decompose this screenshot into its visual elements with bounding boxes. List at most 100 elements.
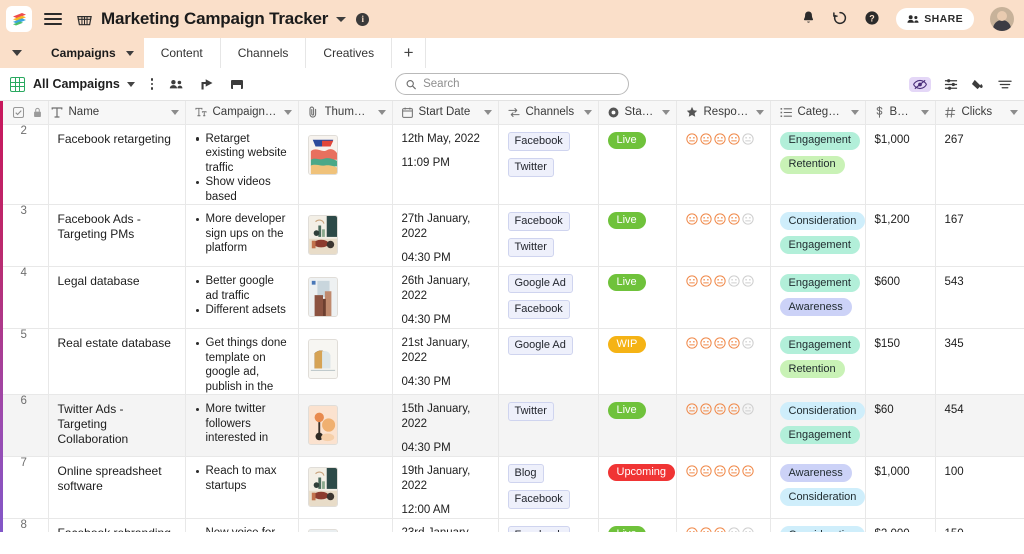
response-rating[interactable] [677, 519, 770, 532]
smiley-filled-icon[interactable] [741, 465, 754, 477]
category-chip[interactable]: Consideration [779, 402, 864, 420]
cell-channels[interactable]: Twitter [498, 394, 599, 457]
smiley-filled-icon[interactable] [727, 403, 740, 415]
cell-name[interactable]: Real estate database [48, 328, 186, 395]
smiley-filled-icon[interactable] [699, 527, 712, 532]
filter-icon[interactable] [944, 78, 958, 91]
app-logo-icon[interactable] [6, 6, 32, 32]
channel-chip[interactable]: Facebook [507, 300, 570, 319]
base-chevron-down-icon[interactable] [336, 16, 347, 22]
cell-name[interactable]: Legal database [48, 266, 186, 329]
channel-chip[interactable]: Blog [507, 464, 544, 483]
cell-clicks[interactable]: 454 [935, 394, 1024, 457]
cell-status[interactable]: Live [598, 124, 677, 205]
hamburger-icon[interactable] [44, 13, 62, 25]
cell-status[interactable]: Live [598, 204, 677, 267]
cell-budget[interactable]: $1,000 [865, 456, 936, 519]
table-row[interactable]: 8 Facebook rebranding for teams New voice … [0, 518, 1024, 532]
bell-icon[interactable] [801, 10, 816, 29]
smiley-filled-icon[interactable] [727, 337, 740, 349]
smiley-filled-icon[interactable] [685, 275, 698, 287]
cell-start-date[interactable]: 12th May, 2022 11:09 PM [392, 124, 499, 205]
column-response-chevron-down-icon[interactable] [755, 109, 764, 115]
channel-chip[interactable]: Facebook [507, 490, 570, 509]
cell-name[interactable]: Facebook rebranding for teams [48, 518, 186, 532]
column-header-start-date[interactable]: Start Date [392, 101, 499, 125]
thumbnail-image[interactable] [307, 405, 338, 445]
cell-categories[interactable]: Awareness Consideration [770, 456, 866, 519]
category-chip[interactable]: Engagement [779, 426, 860, 444]
channel-chip[interactable]: Twitter [507, 157, 554, 177]
status-badge[interactable]: Live [607, 402, 646, 419]
smiley-filled-icon[interactable] [713, 132, 726, 145]
cell-thumbnail[interactable] [298, 518, 393, 532]
cell-status[interactable]: Upcoming [598, 456, 677, 519]
cell-campaign-goals[interactable]: New voice for the brand, have strong eng… [185, 518, 299, 532]
add-table-button[interactable]: + [392, 38, 427, 68]
smiley-filled-icon[interactable] [685, 403, 698, 415]
response-rating[interactable] [677, 329, 770, 349]
cell-categories[interactable]: Engagement Retention [770, 328, 866, 395]
channel-chip[interactable]: Facebook [507, 526, 570, 532]
cell-thumbnail[interactable] [298, 394, 393, 457]
cell-clicks[interactable]: 167 [935, 204, 1024, 267]
column-campaign-goals-chevron-down-icon[interactable] [283, 109, 292, 115]
cell-thumbnail[interactable] [298, 456, 393, 519]
cell-categories[interactable]: Consideration Engagement [770, 204, 866, 267]
smiley-empty-icon[interactable] [741, 132, 754, 145]
column-header-name[interactable]: Name [48, 101, 186, 125]
table-row[interactable]: 3 Facebook Ads - Targeting PMs More develo… [0, 204, 1024, 267]
cell-thumbnail[interactable] [298, 328, 393, 395]
cell-campaign-goals[interactable]: Retarget existing website traffic Show vi… [185, 124, 299, 205]
smiley-empty-icon[interactable] [741, 275, 754, 287]
view-chevron-down-icon[interactable] [126, 81, 135, 87]
share-button[interactable]: SHARE [896, 8, 974, 30]
cell-campaign-goals[interactable]: More twitter followers interested in [185, 394, 299, 457]
table-row[interactable]: 4 Legal database Better google ad traffic D… [0, 266, 1024, 329]
column-header-response[interactable]: Response [676, 101, 771, 125]
cell-budget[interactable]: $1,000 [865, 124, 936, 205]
cell-categories[interactable]: Engagement Retention [770, 124, 866, 205]
channel-chip[interactable]: Facebook [507, 212, 570, 231]
smiley-filled-icon[interactable] [685, 213, 698, 225]
column-clicks-chevron-down-icon[interactable] [1009, 109, 1018, 115]
category-chip[interactable]: Engagement [779, 336, 860, 354]
column-header-clicks[interactable]: Clicks [935, 101, 1024, 125]
smiley-empty-icon[interactable] [727, 275, 740, 287]
smiley-filled-icon[interactable] [713, 337, 726, 349]
smiley-empty-icon[interactable] [741, 403, 754, 415]
row-height-icon[interactable] [998, 79, 1012, 90]
smiley-filled-icon[interactable] [713, 275, 726, 287]
cell-name[interactable]: Facebook Ads - Targeting PMs [48, 204, 186, 267]
row-select-header[interactable] [0, 101, 49, 125]
smiley-filled-icon[interactable] [713, 213, 726, 225]
smiley-filled-icon[interactable] [685, 337, 698, 349]
cell-campaign-goals[interactable]: Better google ad traffic Different adsets [185, 266, 299, 329]
cell-start-date[interactable]: 19th January, 2022 12:00 AM [392, 456, 499, 519]
view-menu-icon[interactable] [150, 78, 154, 90]
channel-chip[interactable]: Twitter [507, 402, 554, 421]
cell-clicks[interactable]: 150 [935, 518, 1024, 532]
status-badge[interactable]: Live [607, 131, 646, 149]
cell-channels[interactable]: Google Ad [498, 328, 599, 395]
smiley-filled-icon[interactable] [699, 465, 712, 477]
info-icon[interactable]: i [356, 12, 370, 26]
share-view-icon[interactable] [200, 78, 214, 91]
hide-fields-icon[interactable] [909, 76, 931, 92]
smiley-filled-icon[interactable] [727, 465, 740, 477]
cell-channels[interactable]: Facebook Twitter [498, 204, 599, 267]
thumbnail-image[interactable] [307, 467, 338, 507]
smiley-filled-icon[interactable] [713, 527, 726, 532]
tab-campaigns[interactable]: Campaigns [34, 38, 144, 68]
table-row[interactable]: 7 Online spreadsheet software Reach to max… [0, 456, 1024, 519]
column-header-campaign-goals[interactable]: Campaign Goals [185, 101, 299, 125]
response-rating[interactable] [677, 267, 770, 287]
column-categories-chevron-down-icon[interactable] [850, 109, 859, 115]
cell-response[interactable] [676, 456, 771, 519]
smiley-filled-icon[interactable] [699, 213, 712, 225]
smiley-filled-icon[interactable] [685, 465, 698, 477]
category-chip[interactable]: Awareness [779, 298, 852, 316]
smiley-empty-icon[interactable] [741, 337, 754, 349]
tab-campaigns-chevron-down-icon[interactable] [125, 50, 134, 56]
table-row[interactable]: 6 Twitter Ads - Targeting Collaboration Mo… [0, 394, 1024, 457]
